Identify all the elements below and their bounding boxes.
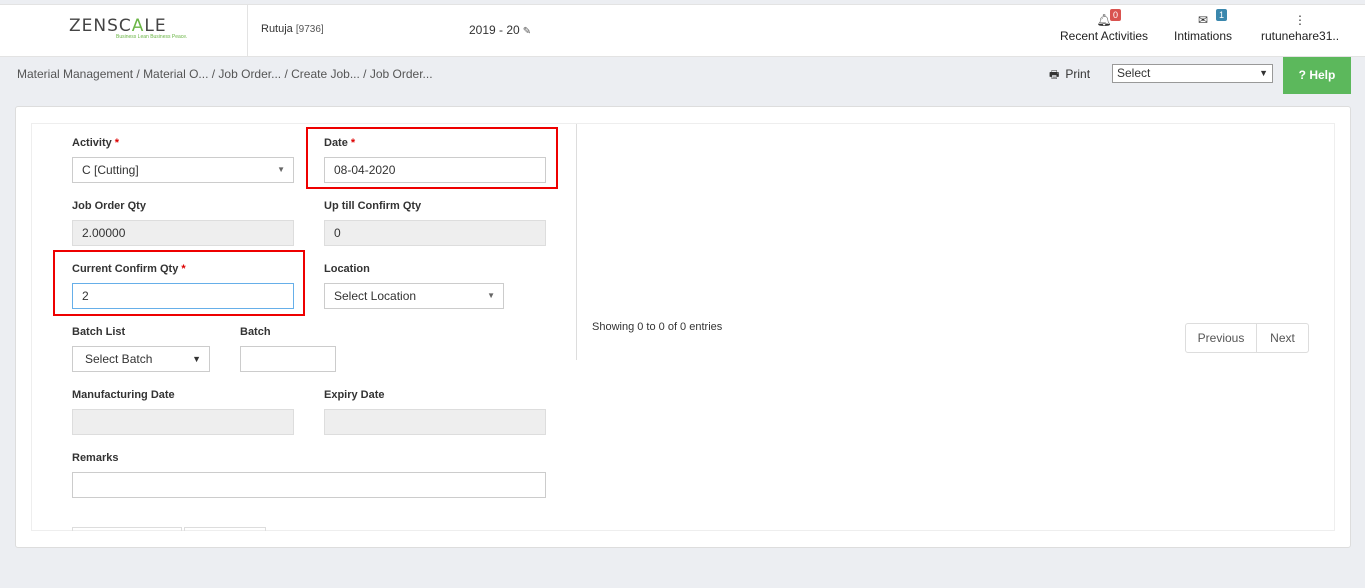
- manufacturing-date-label: Manufacturing Date: [72, 389, 175, 401]
- question-circle-icon: ?: [1298, 68, 1306, 82]
- table-info: Showing 0 to 0 of 0 entries: [592, 321, 723, 333]
- location-label: Location: [324, 263, 370, 275]
- location-select[interactable]: Select Location ▼: [324, 283, 504, 309]
- edit-icon[interactable]: ✎: [523, 26, 531, 37]
- printer-icon: 🖶: [1049, 69, 1060, 81]
- chevron-down-icon: ▼: [192, 354, 201, 364]
- recent-activities-button[interactable]: 🔔︎ 0 Recent Activities: [1060, 9, 1149, 43]
- job-order-qty-field: 2.00000: [72, 220, 294, 246]
- remarks-input[interactable]: [72, 472, 546, 498]
- current-confirm-qty-label: Current Confirm Qty *: [72, 263, 186, 275]
- user-name: Rutuja: [261, 23, 293, 35]
- print-format-select[interactable]: Select ▼: [1112, 64, 1273, 83]
- zenscale-logo: ZENSCALE: [69, 16, 167, 36]
- bell-icon: 🔔︎ 0: [1060, 9, 1148, 29]
- chevron-down-icon: ▼: [277, 165, 285, 174]
- action-button-partial[interactable]: [184, 527, 266, 531]
- fiscal-year[interactable]: 2019 - 20 ✎: [469, 23, 531, 37]
- breadcrumb-item[interactable]: / Material O...: [133, 67, 208, 81]
- recent-activities-badge: 0: [1110, 9, 1122, 21]
- account-menu-button[interactable]: ⋮ rutunehare31..: [1261, 13, 1339, 43]
- job-order-qty-label: Job Order Qty: [72, 200, 146, 212]
- help-button[interactable]: ? Help: [1283, 57, 1351, 94]
- user-info: Rutuja [9736]: [261, 23, 324, 35]
- previous-page-button[interactable]: Previous: [1185, 323, 1257, 353]
- intimations-badge: 1: [1216, 9, 1228, 21]
- batch-list-label: Batch List: [72, 326, 126, 338]
- batch-label: Batch: [240, 326, 271, 338]
- manufacturing-date-field: [72, 409, 294, 435]
- chevron-down-icon: ▼: [1259, 68, 1268, 78]
- chevron-down-icon: ▼: [487, 291, 495, 300]
- user-code: [9736]: [295, 24, 324, 35]
- remarks-label: Remarks: [72, 452, 119, 464]
- activity-select[interactable]: C [Cutting] ▼: [72, 157, 294, 183]
- date-input[interactable]: 08-04-2020: [324, 157, 546, 183]
- up-till-confirm-qty-label: Up till Confirm Qty: [324, 200, 422, 212]
- breadcrumb: Material Management / Material O... / Jo…: [17, 67, 433, 81]
- activity-label: Activity *: [72, 137, 120, 149]
- current-confirm-qty-input[interactable]: 2: [72, 283, 294, 309]
- date-label: Date *: [324, 137, 356, 149]
- up-till-confirm-qty-field: 0: [324, 220, 546, 246]
- envelope-icon: ✉ 1: [1174, 9, 1232, 29]
- intimations-label: Intimations: [1174, 29, 1233, 43]
- batch-input[interactable]: [240, 346, 336, 372]
- breadcrumb-item[interactable]: Material Management: [17, 67, 133, 81]
- intimations-button[interactable]: ✉ 1 Intimations: [1174, 9, 1233, 43]
- expiry-date-label: Expiry Date: [324, 389, 385, 401]
- action-button-partial[interactable]: [72, 527, 182, 531]
- breadcrumb-item[interactable]: / Job Order...: [208, 67, 281, 81]
- top-bar: ZENSCALE Business Lean Business Peace. R…: [0, 4, 1365, 57]
- expiry-date-field: [324, 409, 546, 435]
- account-label: rutunehare31..: [1261, 29, 1340, 43]
- breadcrumb-item[interactable]: / Create Job...: [281, 67, 359, 81]
- logo-tagline: Business Lean Business Peace.: [116, 34, 188, 40]
- next-page-button[interactable]: Next: [1256, 323, 1309, 353]
- breadcrumb-item[interactable]: / Job Order...: [360, 67, 432, 81]
- panel-divider: [576, 124, 577, 360]
- print-button[interactable]: 🖶 Print: [1049, 66, 1090, 85]
- vertical-dots-icon: ⋮: [1294, 13, 1307, 27]
- logo-area[interactable]: ZENSCALE Business Lean Business Peace.: [0, 5, 248, 57]
- recent-activities-label: Recent Activities: [1060, 29, 1149, 43]
- batch-list-select[interactable]: Select Batch ▼: [72, 346, 210, 372]
